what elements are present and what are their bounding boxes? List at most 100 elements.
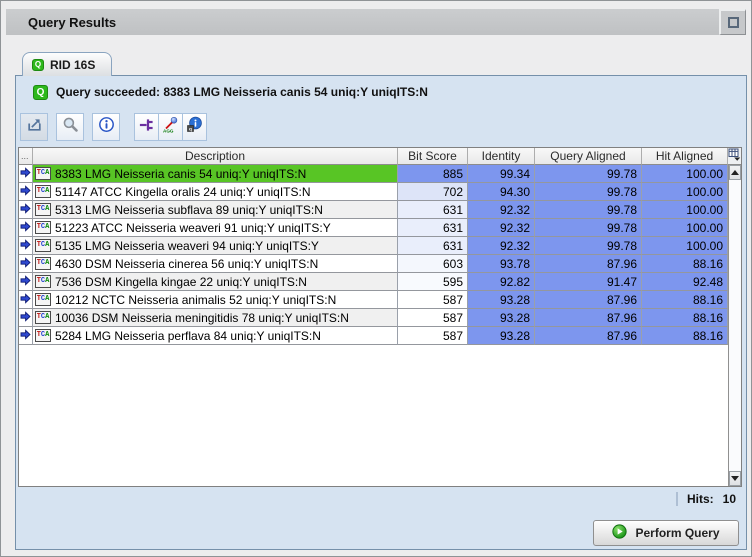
window-title: Query Results	[28, 15, 116, 30]
header-spacer[interactable]: ...	[19, 148, 33, 165]
header-bit-score[interactable]: Bit Score	[398, 148, 468, 165]
table-body: TCA 8383 LMG Neisseria canis 54 uniq:Y u…	[19, 165, 741, 345]
export-icon	[26, 116, 43, 138]
sequence-icon: TCA	[35, 293, 51, 306]
table-header: ... Description Bit Score Identity Query…	[19, 148, 741, 165]
table-row[interactable]: TCA 4630 DSM Neisseria cinerea 56 uniq:Y…	[19, 255, 741, 273]
link-arrow-icon	[20, 221, 31, 235]
link-arrow-icon	[20, 257, 31, 271]
row-link-cell[interactable]	[19, 309, 33, 327]
row-link-cell[interactable]	[19, 255, 33, 273]
row-query-aligned-cell: 87.96	[535, 309, 642, 327]
sequence-icon: TCA	[35, 257, 51, 270]
row-description-cell: TCA 10212 NCTC Neisseria animalis 52 uni…	[33, 291, 398, 309]
row-link-cell[interactable]	[19, 183, 33, 201]
header-query-aligned[interactable]: Query Aligned	[535, 148, 642, 165]
link-arrow-icon	[20, 185, 31, 199]
row-hit-aligned-cell: 88.16	[642, 309, 728, 327]
perform-query-button[interactable]: Perform Query	[593, 520, 739, 546]
row-link-cell[interactable]	[19, 201, 33, 219]
row-description-cell: TCA 51223 ATCC Neisseria weaveri 91 uniq…	[33, 219, 398, 237]
table-row[interactable]: TCA 10036 DSM Neisseria meningitidis 78 …	[19, 309, 741, 327]
row-description-cell: TCA 51147 ATCC Kingella oralis 24 uniq:Y…	[33, 183, 398, 201]
query-results-panel: Q Query succeeded: 8383 LMG Neisseria ca…	[15, 75, 747, 550]
header-hit-aligned[interactable]: Hit Aligned	[642, 148, 728, 165]
row-query-aligned-cell: 99.78	[535, 219, 642, 237]
row-hit-aligned-cell: 100.00	[642, 201, 728, 219]
table-row[interactable]: TCA 5284 LMG Neisseria perflava 84 uniq:…	[19, 327, 741, 345]
row-description-cell: TCA 4630 DSM Neisseria cinerea 56 uniq:Y…	[33, 255, 398, 273]
export-button[interactable]	[20, 113, 48, 141]
sequence-icon: TCA	[35, 167, 51, 180]
row-identity-cell: 93.78	[468, 255, 535, 273]
row-bit-score-cell: 885	[398, 165, 468, 183]
comparison-branch-icon	[139, 117, 155, 138]
row-query-aligned-cell: 99.78	[535, 183, 642, 201]
aggregate-link-button[interactable]: AGG	[158, 113, 183, 141]
row-bit-score-cell: 587	[398, 327, 468, 345]
link-arrow-icon	[20, 275, 31, 289]
link-arrow-icon	[20, 329, 31, 343]
comparison-button[interactable]	[134, 113, 159, 141]
row-link-cell[interactable]	[19, 237, 33, 255]
column-select-button[interactable]	[728, 148, 741, 165]
row-query-aligned-cell: 99.78	[535, 237, 642, 255]
status-separator	[676, 492, 678, 506]
row-bit-score-cell: 595	[398, 273, 468, 291]
row-description-text: 5135 LMG Neisseria weaveri 94 uniq:Y uni…	[55, 239, 319, 253]
row-link-cell[interactable]	[19, 273, 33, 291]
row-description-text: 5313 LMG Neisseria subflava 89 uniq:Y un…	[55, 203, 323, 217]
query-info-button[interactable]: q	[182, 113, 207, 141]
query-status-icon: Q	[33, 85, 48, 100]
row-link-cell[interactable]	[19, 327, 33, 345]
header-description[interactable]: Description	[33, 148, 398, 165]
header-identity[interactable]: Identity	[468, 148, 535, 165]
row-identity-cell: 93.28	[468, 309, 535, 327]
scroll-up-button[interactable]	[729, 165, 741, 180]
row-description-text: 8383 LMG Neisseria canis 54 uniq:Y uniqI…	[55, 167, 306, 181]
row-link-cell[interactable]	[19, 165, 33, 183]
sequence-icon: TCA	[35, 203, 51, 216]
svg-text:AGG: AGG	[163, 128, 174, 133]
link-arrow-icon	[20, 167, 31, 181]
results-table: ... Description Bit Score Identity Query…	[18, 147, 742, 487]
tab-label: RID 16S	[50, 58, 95, 72]
info-icon	[98, 116, 115, 138]
row-link-cell[interactable]	[19, 219, 33, 237]
tab-rid-16s[interactable]: Q RID 16S	[22, 52, 112, 76]
titlebar: Query Results	[6, 9, 746, 35]
row-hit-aligned-cell: 92.48	[642, 273, 728, 291]
row-description-text: 10212 NCTC Neisseria animalis 52 uniq:Y …	[55, 293, 336, 307]
aggregate-arrow-icon: AGG	[162, 116, 179, 138]
row-query-aligned-cell: 99.78	[535, 165, 642, 183]
row-hit-aligned-cell: 100.00	[642, 183, 728, 201]
query-tab-icon: Q	[32, 59, 44, 71]
table-row[interactable]: TCA 51147 ATCC Kingella oralis 24 uniq:Y…	[19, 183, 741, 201]
vertical-scrollbar[interactable]	[728, 165, 741, 486]
table-row[interactable]: TCA 8383 LMG Neisseria canis 54 uniq:Y u…	[19, 165, 741, 183]
table-row[interactable]: TCA 7536 DSM Kingella kingae 22 uniq:Y u…	[19, 273, 741, 291]
row-description-text: 5284 LMG Neisseria perflava 84 uniq:Y un…	[55, 329, 321, 343]
scroll-up-icon	[731, 170, 739, 175]
table-row[interactable]: TCA 10212 NCTC Neisseria animalis 52 uni…	[19, 291, 741, 309]
table-row[interactable]: TCA 5313 LMG Neisseria subflava 89 uniq:…	[19, 201, 741, 219]
row-hit-aligned-cell: 88.16	[642, 291, 728, 309]
row-link-cell[interactable]	[19, 291, 33, 309]
maximize-button[interactable]	[719, 9, 746, 35]
hits-label: Hits:	[687, 492, 714, 506]
row-identity-cell: 93.28	[468, 291, 535, 309]
zoom-button[interactable]	[56, 113, 84, 141]
column-grid-icon	[728, 148, 741, 164]
table-row[interactable]: TCA 5135 LMG Neisseria weaveri 94 uniq:Y…	[19, 237, 741, 255]
info-button[interactable]	[92, 113, 120, 141]
scroll-down-button[interactable]	[729, 471, 741, 486]
row-hit-aligned-cell: 100.00	[642, 165, 728, 183]
table-row[interactable]: TCA 51223 ATCC Neisseria weaveri 91 uniq…	[19, 219, 741, 237]
sequence-icon: TCA	[35, 311, 51, 324]
row-query-aligned-cell: 91.47	[535, 273, 642, 291]
sequence-icon: TCA	[35, 239, 51, 252]
row-hit-aligned-cell: 100.00	[642, 237, 728, 255]
row-description-text: 7536 DSM Kingella kingae 22 uniq:Y uniqI…	[55, 275, 307, 289]
row-identity-cell: 92.32	[468, 201, 535, 219]
sequence-icon: TCA	[35, 329, 51, 342]
